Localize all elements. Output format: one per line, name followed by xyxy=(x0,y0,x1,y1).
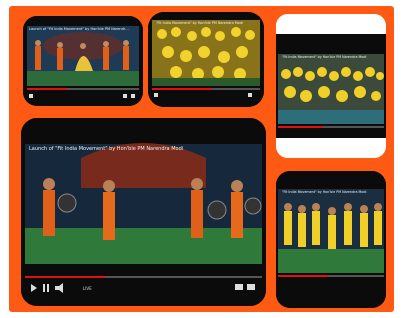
video-frame-main: Launch of "Fit India Movement" by Hon'bl… xyxy=(21,118,266,306)
yellow-performers-scene xyxy=(148,12,264,107)
video-caption: "Fit India Movement" by Hon'ble PM Naren… xyxy=(282,190,367,194)
video-caption: Launch of "Fit India Movement" by Hon'bl… xyxy=(29,146,184,152)
video-caption: Launch of "Fit India Movement" by Hon'bl… xyxy=(29,27,129,31)
video-caption: "Fit India Movement" by Hon'ble PM Naren… xyxy=(282,55,367,59)
yellow-group-scene xyxy=(276,14,386,158)
collage-frame: Launch of "Fit India Movement" by Hon'bl… xyxy=(9,6,394,312)
video-frame-3: "Fit India Movement" by Hon'ble PM Naren… xyxy=(276,14,386,158)
video-caption: "Fit India Movement" by Hon'ble PM Naren… xyxy=(156,21,243,25)
video-frame-1: Launch of "Fit India Movement" by Hon'bl… xyxy=(23,16,143,106)
video-frame-5: "Fit India Movement" by Hon'ble PM Naren… xyxy=(276,171,386,308)
live-label: LIVE xyxy=(83,286,92,291)
video-frame-2: "Fit India Movement" by Hon'ble PM Naren… xyxy=(148,12,264,107)
